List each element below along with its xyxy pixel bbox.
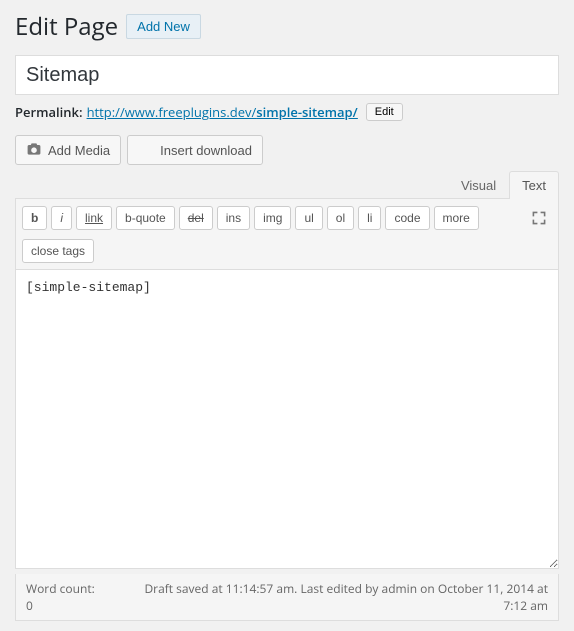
permalink-row: Permalink: http://www.freeplugins.dev/si… bbox=[15, 103, 559, 121]
qt-ul-button[interactable]: ul bbox=[295, 206, 322, 230]
add-new-button[interactable]: Add New bbox=[126, 14, 201, 39]
add-media-label: Add Media bbox=[48, 143, 110, 158]
save-status-message: Draft saved at 11:14:57 am. Last edited … bbox=[119, 580, 548, 614]
insert-download-button[interactable]: Insert download bbox=[127, 135, 263, 165]
content-textarea[interactable] bbox=[15, 269, 559, 569]
qt-bold-button[interactable]: b bbox=[22, 206, 47, 230]
qt-code-button[interactable]: code bbox=[385, 206, 429, 230]
add-media-button[interactable]: Add Media bbox=[15, 135, 121, 165]
qt-ins-button[interactable]: ins bbox=[217, 206, 250, 230]
permalink-link[interactable]: http://www.freeplugins.dev/simple-sitema… bbox=[87, 103, 358, 121]
permalink-base: http://www.freeplugins.dev/ bbox=[87, 103, 257, 121]
tab-text[interactable]: Text bbox=[509, 171, 559, 199]
qt-close-tags-button[interactable]: close tags bbox=[22, 239, 94, 263]
camera-icon bbox=[26, 141, 42, 160]
qt-ol-button[interactable]: ol bbox=[327, 206, 354, 230]
qt-more-button[interactable]: more bbox=[434, 206, 479, 230]
permalink-label: Permalink: bbox=[15, 103, 83, 121]
quicktags-toolbar: b i link b-quote del ins img ul ol li co… bbox=[15, 198, 559, 269]
qt-img-button[interactable]: img bbox=[254, 206, 291, 230]
fullscreen-icon[interactable] bbox=[526, 205, 552, 231]
page-title: Edit Page bbox=[15, 10, 118, 43]
word-count-label: Word count: bbox=[26, 580, 95, 597]
word-count-value: 0 bbox=[26, 597, 33, 614]
qt-bquote-button[interactable]: b-quote bbox=[116, 206, 175, 230]
tab-visual[interactable]: Visual bbox=[448, 171, 509, 199]
post-title-input[interactable] bbox=[15, 55, 559, 95]
qt-italic-button[interactable]: i bbox=[51, 206, 72, 230]
insert-download-label: Insert download bbox=[160, 143, 252, 158]
status-bar: Word count: 0 Draft saved at 11:14:57 am… bbox=[15, 574, 559, 621]
qt-link-button[interactable]: link bbox=[76, 206, 112, 230]
qt-del-button[interactable]: del bbox=[179, 206, 213, 230]
qt-li-button[interactable]: li bbox=[358, 206, 381, 230]
edit-permalink-button[interactable]: Edit bbox=[366, 103, 403, 121]
permalink-slug: simple-sitemap/ bbox=[256, 103, 357, 121]
download-icon bbox=[138, 141, 154, 160]
